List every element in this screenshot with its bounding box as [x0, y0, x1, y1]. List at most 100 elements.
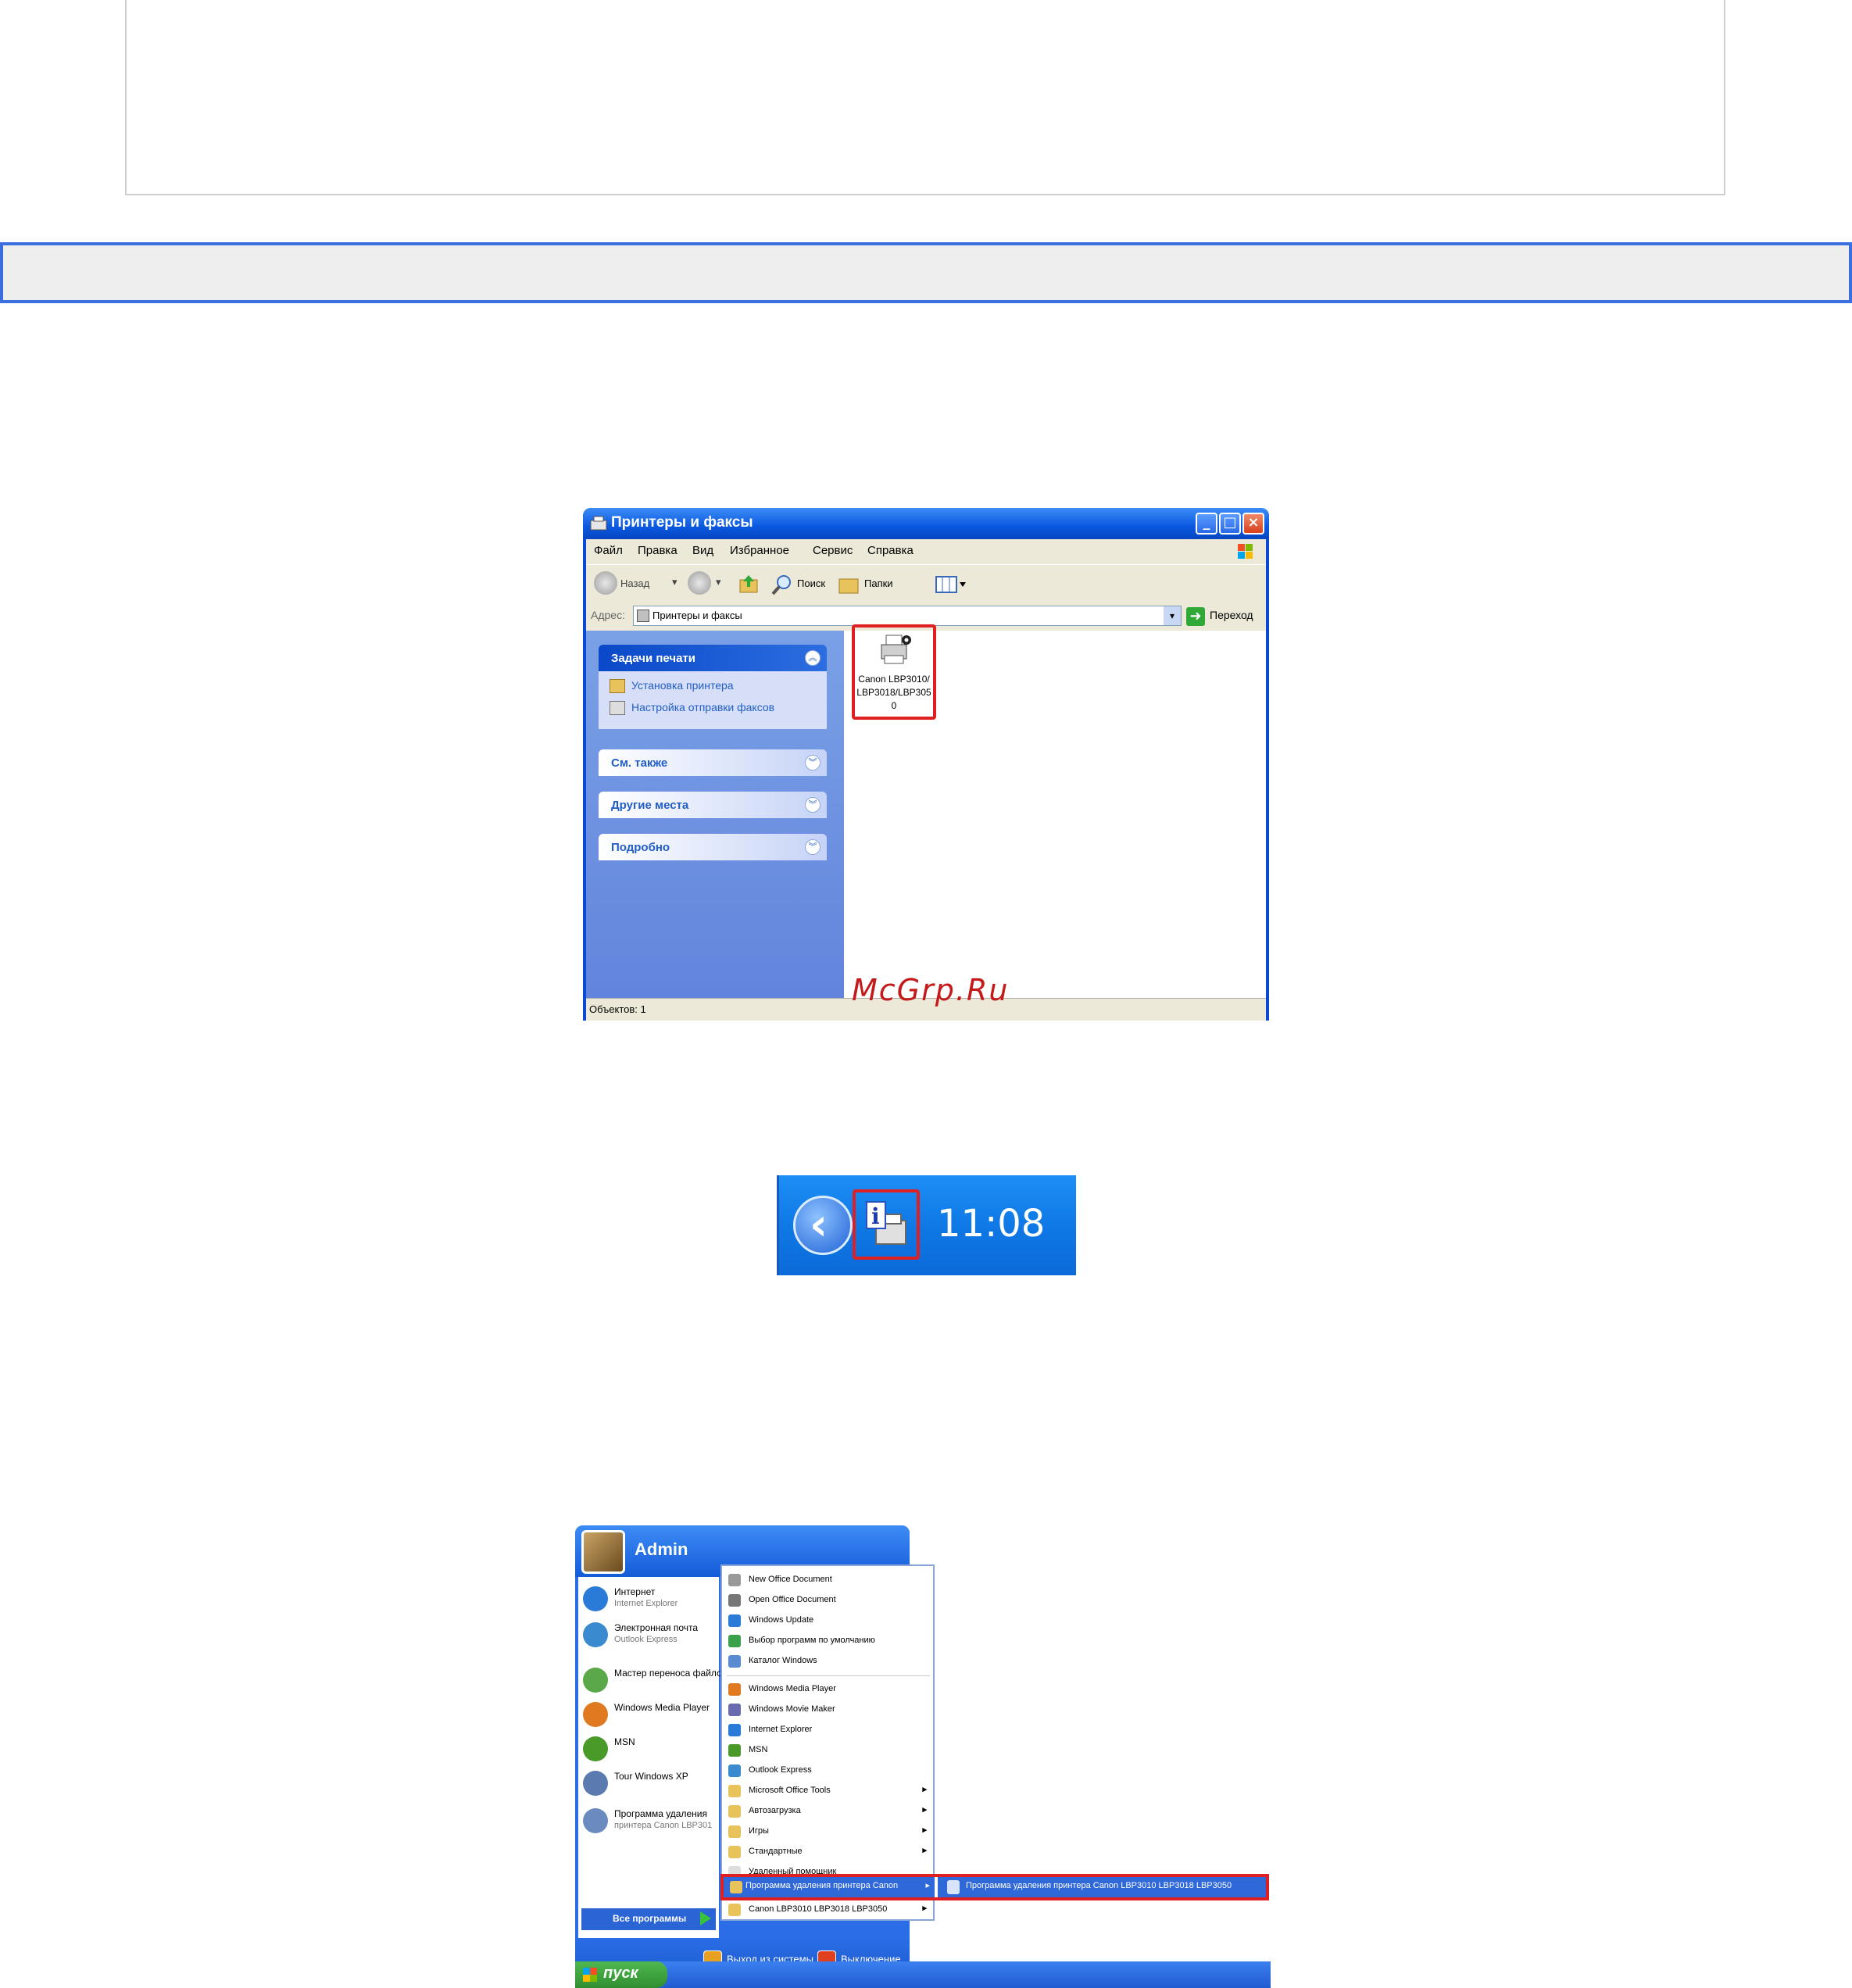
internet-explorer-icon	[728, 1724, 741, 1736]
canon-printer-item[interactable]: Canon LBP3010/LBP3018/LBP3050	[852, 624, 936, 720]
forward-dropdown-icon[interactable]: ▾	[716, 576, 721, 588]
print-tasks-title: Задачи печати	[611, 652, 695, 665]
pinned-programs: Интернет Internet Explorer Электронная по…	[578, 1577, 724, 1938]
menu-item-startup[interactable]: Автозагрузка ▸	[727, 1802, 930, 1821]
menu-edit[interactable]: Правка	[638, 544, 678, 557]
print-tasks-panel-body: Установка принтера Настройка отправки фа…	[599, 671, 827, 729]
pinned-tour[interactable]: Tour Windows XP	[583, 1768, 717, 1799]
expand-icon[interactable]: ︾	[805, 797, 821, 813]
add-printer-link[interactable]: Установка принтера	[610, 679, 734, 694]
menu-item-msn[interactable]: MSN	[727, 1741, 930, 1760]
back-arrow-icon[interactable]	[594, 571, 617, 595]
pinned-internet[interactable]: Интернет Internet Explorer	[583, 1583, 717, 1614]
program-group-icon	[728, 1846, 741, 1858]
all-programs-menu: New Office Document Open Office Document…	[720, 1564, 935, 1921]
taskbar: пуск	[575, 1961, 1271, 1988]
expand-icon[interactable]: ︾	[805, 755, 821, 771]
address-dropdown-icon[interactable]: ▾	[1164, 606, 1181, 625]
show-hidden-icons-button[interactable]: ‹	[793, 1196, 853, 1255]
all-programs-button[interactable]: Все программы	[581, 1908, 716, 1930]
minimize-button[interactable]: _	[1196, 513, 1217, 535]
content-area: Задачи печати ︽ Установка принтера Настр…	[586, 624, 1266, 998]
tray-clock[interactable]: 11:08	[937, 1202, 1045, 1246]
msn-icon	[728, 1744, 741, 1757]
views-icon[interactable]	[935, 574, 969, 595]
submenu-arrow-icon: ▸	[922, 1785, 927, 1794]
menu-item-windows-catalog[interactable]: Каталог Windows	[727, 1652, 930, 1671]
avatar[interactable]	[581, 1530, 625, 1574]
expand-icon[interactable]: ︾	[805, 839, 821, 855]
pinned-media-player[interactable]: Windows Media Player	[583, 1699, 717, 1730]
pinned-msn[interactable]: MSN	[583, 1733, 717, 1765]
back-dropdown-icon[interactable]: ▾	[672, 576, 678, 588]
menu-item-office-tools[interactable]: Microsoft Office Tools ▸	[727, 1782, 930, 1800]
back-button-label[interactable]: Назад	[620, 577, 649, 589]
printer-folder-small-icon	[637, 610, 649, 622]
start-button[interactable]: пуск	[575, 1961, 667, 1988]
menu-help[interactable]: Справка	[867, 544, 913, 557]
start-label: пуск	[603, 1965, 638, 1982]
printer-info-icon: i	[866, 1201, 906, 1245]
title-bar[interactable]: Принтеры и факсы _ □ ×	[583, 508, 1269, 539]
menu-bar: Файл Правка Вид Избранное Сервис Справка	[586, 539, 1266, 564]
menu-item-media-player[interactable]: Windows Media Player	[727, 1680, 930, 1699]
menu-item-new-office[interactable]: New Office Document	[727, 1571, 930, 1589]
maximize-button[interactable]: □	[1219, 513, 1241, 535]
menu-item-games[interactable]: Игры ▸	[727, 1822, 930, 1841]
search-button-label[interactable]: Поиск	[797, 577, 825, 589]
menu-item-default-programs[interactable]: Выбор программ по умолчанию	[727, 1632, 930, 1650]
details-panel-header[interactable]: Подробно ︾	[599, 834, 827, 860]
menu-item-canon-lbp[interactable]: Canon LBP3010 LBP3018 LBP3050 ▸	[727, 1900, 930, 1919]
menu-item-accessories[interactable]: Стандартные ▸	[727, 1843, 930, 1861]
menu-item-outlook-express[interactable]: Outlook Express	[727, 1761, 930, 1780]
menu-separator	[727, 1675, 930, 1676]
menu-item-movie-maker[interactable]: Windows Movie Maker	[727, 1700, 930, 1719]
office-doc-icon	[728, 1574, 741, 1586]
pinned-canon-uninstaller[interactable]: Программа удаления принтера Canon LBP301	[583, 1805, 717, 1836]
status-text: Объектов: 1	[589, 1003, 646, 1015]
folders-icon[interactable]	[838, 574, 861, 595]
menu-favorites[interactable]: Избранное	[730, 544, 789, 557]
windows-update-icon	[728, 1614, 741, 1627]
search-icon[interactable]	[770, 573, 794, 596]
internet-explorer-icon	[583, 1586, 608, 1611]
media-player-icon	[728, 1683, 741, 1696]
pinned-email[interactable]: Электронная почта Outlook Express	[583, 1619, 717, 1650]
collapse-icon[interactable]: ︽	[805, 650, 821, 666]
address-field[interactable]: Принтеры и факсы ▾	[633, 606, 1182, 626]
watermark: McGrp.Ru	[852, 973, 1010, 1007]
section-heading-bar	[0, 242, 1852, 303]
menu-item-internet-explorer[interactable]: Internet Explorer	[727, 1721, 930, 1740]
pinned-transfer-wizard[interactable]: Мастер переноса файлов и параметров	[583, 1664, 724, 1696]
go-button-label[interactable]: Переход	[1210, 609, 1253, 621]
go-arrow-icon[interactable]: ➜	[1186, 607, 1205, 626]
printer-label: Canon LBP3010/LBP3018/LBP3050	[856, 674, 931, 711]
up-folder-icon[interactable]	[738, 573, 760, 595]
tour-icon	[583, 1771, 608, 1796]
fax-setup-link[interactable]: Настройка отправки факсов	[610, 701, 774, 716]
see-also-panel-header[interactable]: См. также ︾	[599, 749, 827, 776]
task-pane: Задачи печати ︽ Установка принтера Настр…	[586, 631, 844, 998]
folders-button-label[interactable]: Папки	[864, 577, 893, 589]
menu-view[interactable]: Вид	[692, 544, 713, 557]
printers-and-faxes-window: Принтеры и факсы _ □ × Файл Правка Вид И…	[583, 508, 1269, 1021]
outlook-express-icon	[728, 1765, 741, 1777]
menu-item-windows-update[interactable]: Windows Update	[727, 1611, 930, 1630]
printer-status-tray-item[interactable]: i	[853, 1189, 920, 1260]
highlight-box	[720, 1874, 1269, 1900]
printer-icon	[881, 635, 911, 664]
other-places-panel-header[interactable]: Другие места ︾	[599, 792, 827, 818]
note-box	[125, 0, 1725, 195]
other-places-title: Другие места	[611, 799, 689, 812]
forward-arrow-icon[interactable]	[688, 571, 711, 595]
toolbar: Назад ▾ ▾ Поиск Папки	[586, 564, 1266, 603]
transfer-wizard-icon	[583, 1668, 608, 1693]
menu-item-open-office[interactable]: Open Office Document	[727, 1591, 930, 1610]
close-button[interactable]: ×	[1242, 513, 1264, 535]
menu-tools[interactable]: Сервис	[813, 544, 853, 557]
user-name: Admin	[635, 1539, 688, 1559]
menu-file[interactable]: Файл	[594, 544, 623, 557]
print-tasks-panel-header[interactable]: Задачи печати ︽	[599, 645, 827, 671]
windows-flag-icon	[583, 1968, 597, 1982]
notification-area: ‹ i 11:08	[777, 1175, 1076, 1275]
